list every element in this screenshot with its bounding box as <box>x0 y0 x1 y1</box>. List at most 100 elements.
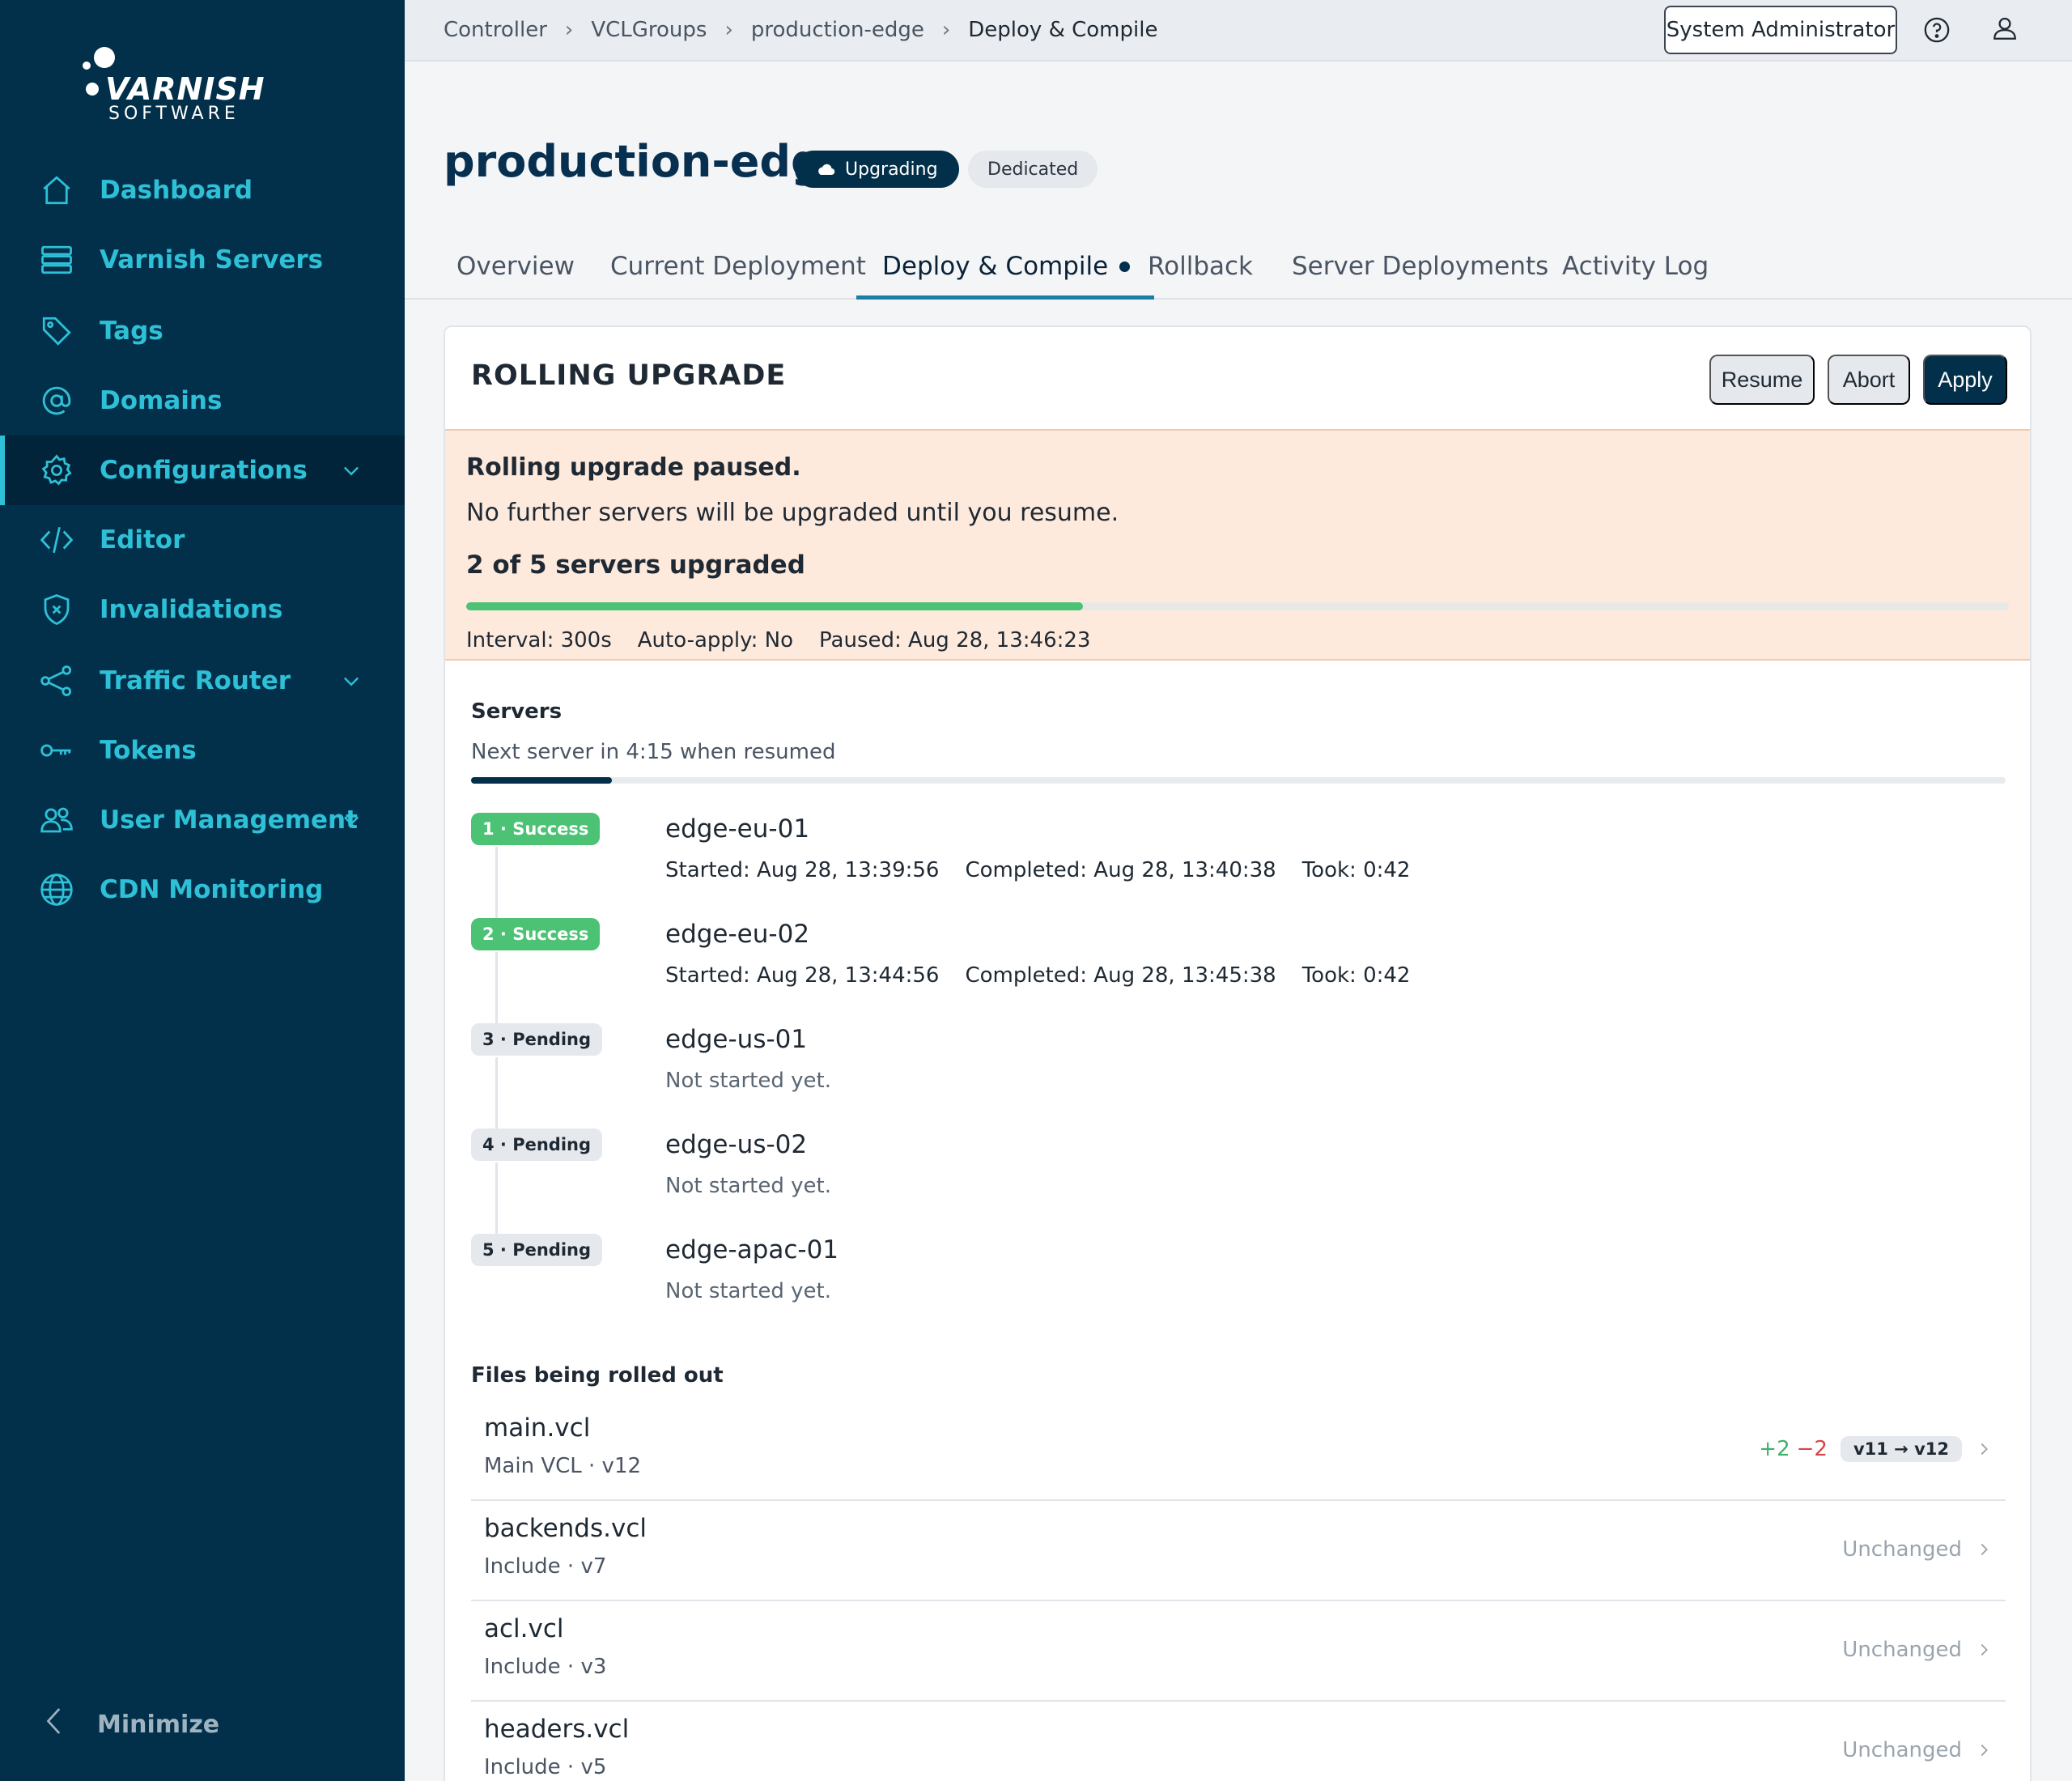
sidebar-item-label: Tokens <box>100 736 197 765</box>
breadcrumb: Controller › VCLGroups › production-edge… <box>444 0 1157 60</box>
abort-button[interactable]: Abort <box>1828 355 1910 405</box>
topbar: Controller › VCLGroups › production-edge… <box>405 0 2072 62</box>
chevron-right-icon <box>1981 1543 1988 1556</box>
files-title: Files being rolled out <box>471 1363 724 1388</box>
sidebar-item-label: CDN Monitoring <box>100 875 324 904</box>
file-diff-summary: +2 −2 v11 → v12 <box>1759 1433 1993 1465</box>
file-subtitle: Include · v5 <box>484 1755 607 1779</box>
sidebar-item-varnish-servers[interactable]: Varnish Servers <box>0 225 405 295</box>
completed-time: Completed: Aug 28, 13:45:38 <box>965 963 1276 988</box>
server-name: edge-eu-02 <box>665 920 810 949</box>
next-server-text: Next server in 4:15 when resumed <box>471 740 836 764</box>
shield-icon <box>39 592 74 627</box>
sidebar-item-domains[interactable]: Domains <box>0 366 405 436</box>
chevron-down-icon[interactable] <box>340 459 363 482</box>
sidebar-item-traffic-router[interactable]: Traffic Router <box>0 646 405 716</box>
tab-current-deployment[interactable]: Current Deployment <box>610 235 866 298</box>
chevron-right-icon: › <box>564 18 574 42</box>
sidebar-item-label: Varnish Servers <box>100 245 324 274</box>
file-row[interactable]: headers.vcl Include · v5 Unchanged <box>471 1702 2006 1781</box>
unchanged-label: Unchanged <box>1842 1638 1962 1662</box>
page-title: production-edge <box>444 136 852 187</box>
sidebar-item-tokens[interactable]: Tokens <box>0 716 405 785</box>
server-name: edge-us-02 <box>665 1130 808 1159</box>
chevron-down-icon[interactable] <box>340 669 363 692</box>
logo-dot <box>94 47 115 68</box>
servers-icon <box>39 242 74 278</box>
file-subtitle: Include · v7 <box>484 1554 607 1579</box>
unsaved-dot-icon <box>1119 261 1131 272</box>
sidebar-item-invalidations[interactable]: Invalidations <box>0 575 405 644</box>
step-note: Not started yet. <box>665 1174 831 1198</box>
sidebar-item-cdn-monitoring[interactable]: CDN Monitoring <box>0 855 405 925</box>
lines-added: +2 <box>1759 1437 1790 1461</box>
tab-overview[interactable]: Overview <box>456 235 575 298</box>
completed-time: Completed: Aug 28, 13:40:38 <box>965 858 1276 882</box>
sidebar-item-label: User Management <box>100 805 358 835</box>
server-name: edge-apac-01 <box>665 1235 839 1265</box>
upgrade-progress-fill <box>466 602 1084 610</box>
file-row[interactable]: acl.vcl Include · v3 Unchanged <box>471 1601 2006 1702</box>
role-selector-button[interactable]: System Administrator <box>1664 6 1897 54</box>
server-step: 2 · Success edge-eu-02 Started: Aug 28, … <box>471 918 1928 1023</box>
file-name: backends.vcl <box>484 1514 647 1543</box>
duration: Took: 0:42 <box>1301 963 1411 988</box>
countdown-fill <box>471 777 613 784</box>
sidebar-item-label: Tags <box>100 317 163 346</box>
file-subtitle: Main VCL · v12 <box>484 1454 642 1478</box>
key-icon <box>39 733 74 768</box>
progress-label: 2 of 5 servers upgraded <box>466 550 805 580</box>
resume-button[interactable]: Resume <box>1709 355 1815 405</box>
user-icon[interactable] <box>1991 15 2020 44</box>
minimize-sidebar-button[interactable]: Minimize <box>0 1692 405 1757</box>
sidebar-item-label: Configurations <box>100 456 308 485</box>
sidebar-item-user-management[interactable]: User Management <box>0 785 405 855</box>
logo-subtitle: SOFTWARE <box>108 104 240 124</box>
server-step: 1 · Success edge-eu-01 Started: Aug 28, … <box>471 813 1928 918</box>
sidebar-item-label: Traffic Router <box>100 666 291 695</box>
card-title: ROLLING UPGRADE <box>471 359 787 392</box>
file-name: main.vcl <box>484 1413 591 1443</box>
tab-server-deployments[interactable]: Server Deployments <box>1292 235 1548 298</box>
rolling-upgrade-card: ROLLING UPGRADE Resume Abort Apply Rolli… <box>444 325 2032 1781</box>
chevron-down-icon[interactable] <box>340 809 363 831</box>
upgrade-meta: Interval: 300s Auto-apply: No Paused: Au… <box>466 628 1090 652</box>
paused-alert: Rolling upgrade paused. No further serve… <box>445 429 2030 661</box>
countdown-bar <box>471 777 2006 784</box>
alert-message: No further servers will be upgraded unti… <box>466 499 1119 527</box>
tab-rollback[interactable]: Rollback <box>1148 235 1253 298</box>
tab-activity-log[interactable]: Activity Log <box>1562 235 1709 298</box>
sidebar-item-editor[interactable]: Editor <box>0 505 405 575</box>
servers-title: Servers <box>471 699 563 724</box>
tab-deploy-compile[interactable]: Deploy & Compile <box>856 235 1155 300</box>
step-status-badge: 4 · Pending <box>471 1129 603 1161</box>
paused-time-text: Paused: Aug 28, 13:46:23 <box>819 628 1091 652</box>
sidebar-item-configurations[interactable]: Configurations <box>0 436 405 505</box>
minimize-label: Minimize <box>97 1710 220 1739</box>
unchanged-label: Unchanged <box>1842 1537 1962 1562</box>
file-row[interactable]: main.vcl Main VCL · v12 +2 −2 v11 → v12 <box>471 1401 2006 1501</box>
varnish-logo[interactable]: VARNISH SOFTWARE <box>78 47 265 128</box>
sidebar: VARNISH SOFTWARE Dashboard Varnish Serve… <box>0 0 405 1781</box>
breadcrumb-production-edge[interactable]: production-edge <box>751 18 924 42</box>
apply-button[interactable]: Apply <box>1923 355 2007 405</box>
status-badge-label: Upgrading <box>845 159 938 180</box>
duration: Took: 0:42 <box>1301 858 1411 882</box>
sidebar-item-tags[interactable]: Tags <box>0 296 405 366</box>
sidebar-item-dashboard[interactable]: Dashboard <box>0 155 405 225</box>
server-step: 4 · Pending edge-us-02 Not started yet. <box>471 1129 1928 1234</box>
chevron-right-icon <box>1981 1443 1988 1456</box>
logo-wordmark: VARNISH <box>105 71 265 107</box>
upgrade-progress-bar <box>466 602 2009 610</box>
breadcrumb-controller[interactable]: Controller <box>444 18 547 42</box>
server-name: edge-eu-01 <box>665 814 810 844</box>
file-row[interactable]: backends.vcl Include · v7 Unchanged <box>471 1501 2006 1601</box>
sidebar-item-label: Dashboard <box>100 176 253 205</box>
breadcrumb-vclgroups[interactable]: VCLGroups <box>591 18 707 42</box>
status-badge: Upgrading <box>795 151 959 188</box>
chevron-right-icon <box>1981 1643 1988 1656</box>
unchanged-label: Unchanged <box>1842 1738 1962 1762</box>
help-icon[interactable] <box>1923 16 1951 44</box>
code-icon <box>39 522 74 558</box>
type-badge: Dedicated <box>968 151 1098 188</box>
